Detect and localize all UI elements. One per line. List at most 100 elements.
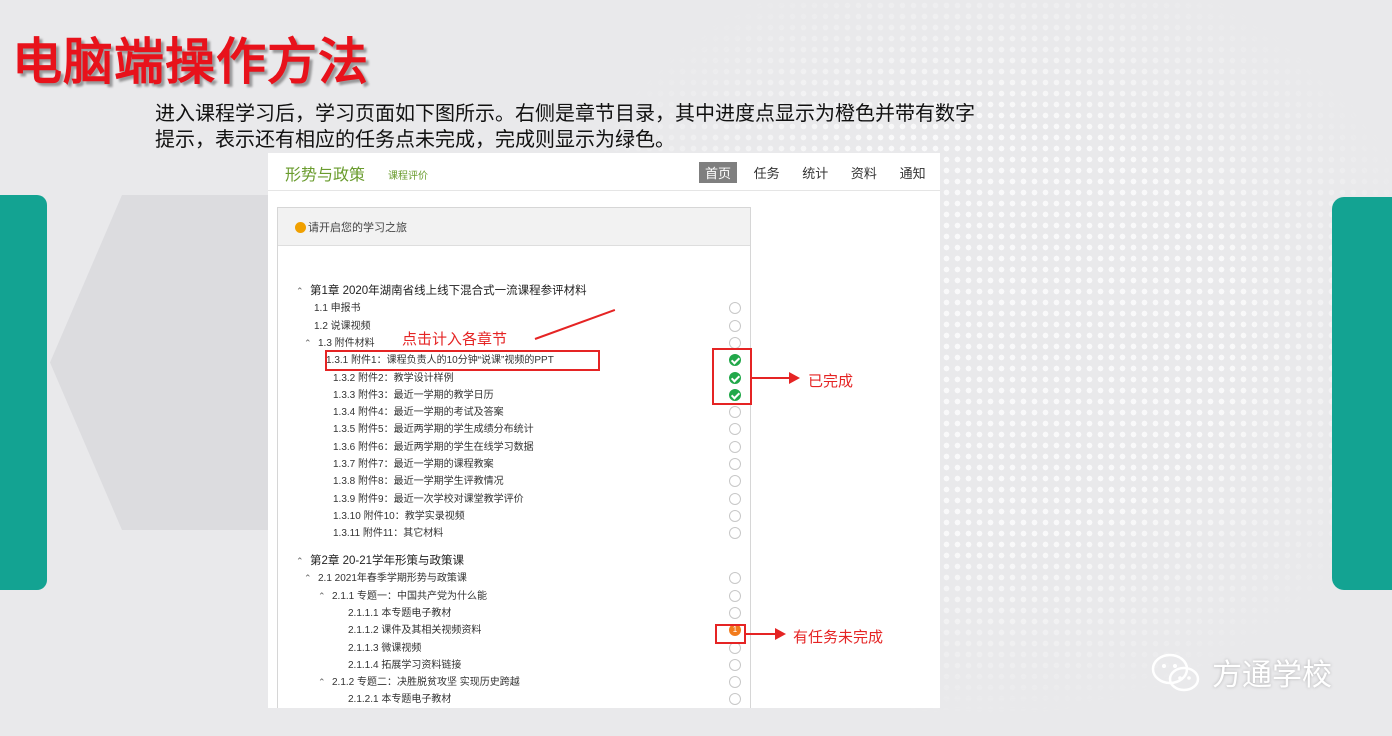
toc-item-label: 1.3.2 附件2：教学设计样例 — [333, 372, 454, 384]
toc-item-label: 2.1.2.1 本专题电子教材 — [348, 694, 452, 706]
toc-item[interactable]: 2.1.1.4 拓展学习资料链接 — [278, 656, 752, 673]
annotation-click-chapter: 点击计入各章节 — [402, 330, 508, 348]
toc-item[interactable]: 1.3.10 附件10：教学实录视频 — [278, 507, 752, 524]
toc-item[interactable]: 1.3.9 附件9：最近一次学校对课堂教学评价 — [278, 490, 752, 507]
chapter-heading[interactable]: ⌃ 第1章 2020年湖南省线上线下混合式一流课程参评材料 — [278, 282, 752, 299]
collapse-caret-icon[interactable]: ⌃ — [304, 338, 318, 349]
annotation-completed: 已完成 — [808, 372, 854, 390]
collapse-caret-icon[interactable]: ⌃ — [304, 573, 318, 584]
progress-empty-icon — [729, 527, 741, 540]
intro-line-1: 进入课程学习后，学习页面如下图所示。右侧是章节目录，其中进度点显示为橙色并带有数… — [155, 101, 975, 125]
toc-item[interactable]: ⌃ 2.1.2 专题二：决胜脱贫攻坚 实现历史跨越 — [278, 673, 752, 690]
collapse-caret-icon[interactable]: ⌃ — [296, 286, 310, 297]
chapter-heading[interactable]: ⌃ 第2章 20-21学年形策与政策课 — [278, 552, 752, 569]
progress-empty-icon — [729, 406, 741, 419]
toc-item-label: 2.1.1 专题一：中国共产党为什么能 — [332, 590, 488, 602]
nav-notices[interactable]: 通知 — [894, 162, 932, 183]
toc-item[interactable]: 1.1 申报书 — [278, 299, 752, 316]
nav-home[interactable]: 首页 — [699, 162, 738, 183]
annotation-unfinished: 有任务未完成 — [793, 628, 884, 646]
toc-item[interactable]: 2.1.1.2 课件及其相关视频资料 1 — [278, 621, 752, 638]
pending-highlight-box — [715, 624, 746, 644]
toc-item-label: 1.3.4 附件4：最近一学期的考试及答案 — [333, 407, 504, 419]
course-topbar: 形势与政策 课程评价 首页 任务 统计 资料 通知 作 — [268, 153, 940, 191]
progress-empty-icon — [729, 458, 741, 470]
left-accent-bar — [0, 195, 47, 590]
pending-arrow-head — [775, 628, 786, 640]
nav-stats[interactable]: 统计 — [796, 162, 834, 183]
completed-arrow-head — [789, 372, 800, 384]
toc-item-label: 2.1.1.3 微课视频 — [348, 642, 422, 654]
completed-highlight-box — [712, 348, 752, 405]
toc-item-label: 1.3.8 附件8：最近一学期学生评教情况 — [333, 476, 504, 488]
toc-item[interactable]: ⌃ 2.1.1 专题一：中国共产党为什么能 — [278, 587, 752, 604]
toc-item-label: 1.3.6 附件6：最近两学期的学生在线学习数据 — [333, 441, 534, 453]
toc-item[interactable]: 2.1.1.1 本专题电子教材 — [278, 604, 752, 621]
toc-item-label: 2.1.1.2 课件及其相关视频资料 — [348, 625, 482, 637]
progress-empty-icon — [729, 492, 741, 505]
course-nav: 首页 任务 统计 资料 通知 作 — [699, 162, 940, 183]
progress-empty-icon — [729, 302, 741, 315]
toc-item-label: 2.1.2 专题二：决胜脱贫攻坚 实现历史跨越 — [332, 677, 520, 689]
toc-item-label: 第2章 20-21学年形策与政策课 — [310, 555, 465, 567]
completed-arrow-line — [752, 377, 790, 379]
progress-empty-icon — [729, 475, 741, 488]
toc-item[interactable]: 2.1.1.3 微课视频 — [278, 639, 752, 656]
slide-title: 电脑端操作方法 — [12, 33, 369, 91]
panel-header: 请开启您的学习之旅 — [278, 208, 750, 246]
toc-item[interactable]: 1.3.5 附件5：最近两学期的学生成绩分布统计 — [278, 420, 752, 437]
course-name[interactable]: 形势与政策 — [285, 161, 365, 185]
progress-empty-icon — [729, 676, 741, 689]
nav-resources[interactable]: 资料 — [845, 162, 883, 183]
progress-empty-icon — [729, 572, 741, 585]
toc-item-label: 2.1.1.4 拓展学习资料链接 — [348, 659, 462, 671]
watermark-text: 方通学校 — [1212, 658, 1332, 693]
toc-item-label: 1.3.5 附件5：最近两学期的学生成绩分布统计 — [333, 424, 534, 436]
intro-line-2: 提示，表示还有相应的任务点未完成，完成则显示为绿色。 — [155, 127, 675, 151]
chapter-highlight-box — [325, 350, 600, 371]
toc-item[interactable]: 1.3.7 附件7：最近一学期的课程教案 — [278, 455, 752, 472]
toc-item-label: 1.3.3 附件3：最近一学期的教学日历 — [333, 389, 494, 401]
toc-item[interactable]: ⌃ 1.3 附件材料 — [278, 334, 752, 351]
toc-item[interactable]: 1.3.6 附件6：最近两学期的学生在线学习数据 — [278, 438, 752, 455]
toc-item-label: 第1章 2020年湖南省线上线下混合式一流课程参评材料 — [310, 285, 587, 297]
collapse-caret-icon[interactable]: ⌃ — [296, 556, 310, 567]
collapse-caret-icon[interactable]: ⌃ — [318, 591, 332, 602]
toc-item[interactable]: 1.3.3 附件3：最近一学期的教学日历 — [278, 386, 752, 403]
toc-item[interactable]: 2.1.2.1 本专题电子教材 — [278, 690, 752, 707]
chapter-panel: 请开启您的学习之旅 ⌃ 第1章 2020年湖南省线上线下混合式一流课程参评材料 1.… — [277, 207, 751, 708]
progress-empty-icon — [729, 693, 741, 706]
toc-item-label: 2.1 2021年春季学期形势与政策课 — [318, 573, 467, 585]
progress-empty-icon — [729, 319, 741, 332]
toc-item[interactable]: 1.3.11 附件11：其它材料 — [278, 524, 752, 541]
progress-empty-icon — [729, 589, 741, 602]
progress-empty-icon — [729, 440, 741, 453]
panel-header-text: 请开启您的学习之旅 — [308, 222, 407, 234]
toc-item-label: 2.1.1.1 本专题电子教材 — [348, 607, 452, 619]
toc-item[interactable]: ⌃ 2.1 2021年春季学期形势与政策课 — [278, 569, 752, 586]
nav-tasks[interactable]: 任务 — [748, 162, 786, 183]
toc-item[interactable]: 1.3.8 附件8：最近一学期学生评教情况 — [278, 472, 752, 489]
progress-empty-icon — [729, 606, 741, 619]
toc-item[interactable]: 1.3.2 附件2：教学设计样例 — [278, 369, 752, 386]
progress-empty-icon — [729, 658, 741, 671]
toc-item-label: 1.1 申报书 — [314, 303, 361, 315]
toc-item[interactable]: 1.3.4 附件4：最近一学期的考试及答案 — [278, 403, 752, 420]
intro-text: 进入课程学习后，学习页面如下图所示。右侧是章节目录，其中进度点显示为橙色并带有数… — [155, 100, 1145, 152]
toc-item[interactable]: 1.2 说课视频 — [278, 317, 752, 334]
toc-item-label: 1.3.10 附件10：教学实录视频 — [333, 510, 465, 522]
wechat-icon — [1151, 653, 1200, 692]
progress-empty-icon — [729, 423, 741, 436]
collapse-caret-icon[interactable]: ⌃ — [318, 677, 332, 688]
toc-item-label: 1.2 说课视频 — [314, 320, 371, 332]
toc-item-label: 1.3.9 附件9：最近一次学校对课堂教学评价 — [333, 493, 524, 505]
toc-item-label: 1.3.11 附件11：其它材料 — [333, 528, 444, 540]
toc-item-label: 1.3.7 附件7：最近一学期的课程教案 — [333, 459, 494, 470]
orange-dot-icon — [295, 222, 306, 233]
pending-arrow-line — [746, 633, 776, 635]
progress-empty-icon — [729, 509, 741, 522]
course-page-screenshot: 形势与政策 课程评价 首页 任务 统计 资料 通知 作 请开启您的学习之旅 ⌃第… — [268, 153, 940, 708]
toc-item-label: 1.3 附件材料 — [318, 337, 375, 349]
course-eval-link[interactable]: 课程评价 — [388, 167, 428, 182]
right-accent-bar — [1332, 197, 1392, 590]
